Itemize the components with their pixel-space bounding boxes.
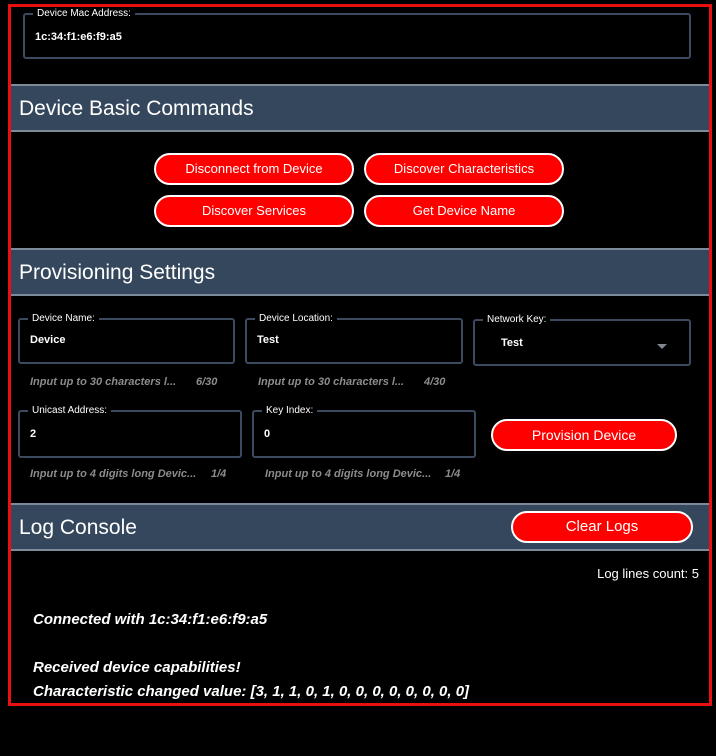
- log-line: Received device capabilities!: [33, 659, 241, 676]
- key-index-count: 1/4: [445, 468, 461, 480]
- unicast-address-field[interactable]: Unicast Address: 2: [18, 405, 242, 458]
- log-line: Characteristic changed value: [3, 1, 1, …: [33, 683, 470, 700]
- device-name-count: 6/30: [196, 376, 218, 388]
- unicast-address-value: 2: [30, 428, 37, 440]
- device-location-label: Device Location:: [255, 313, 337, 325]
- chevron-down-icon: [657, 344, 667, 349]
- device-mac-address-label: Device Mac Address:: [33, 8, 135, 20]
- unicast-address-count: 1/4: [211, 468, 227, 480]
- key-index-field[interactable]: Key Index: 0: [252, 405, 476, 458]
- basic-commands-title: Device Basic Commands: [19, 97, 254, 120]
- get-device-name-button[interactable]: Get Device Name: [364, 195, 564, 227]
- network-key-value: Test: [501, 337, 523, 349]
- device-location-field[interactable]: Device Location: Test: [245, 313, 463, 364]
- discover-services-button[interactable]: Discover Services: [154, 195, 354, 227]
- network-key-select[interactable]: Network Key: Test: [473, 314, 691, 366]
- log-console-title: Log Console: [19, 516, 137, 539]
- network-key-label: Network Key:: [483, 314, 551, 326]
- device-mac-address-field[interactable]: Device Mac Address: 1c:34:f1:e6:f9:a5: [23, 8, 691, 59]
- provision-device-button[interactable]: Provision Device: [491, 419, 677, 451]
- device-mac-address-value: 1c:34:f1:e6:f9:a5: [35, 31, 122, 43]
- app-frame: Device Mac Address: 1c:34:f1:e6:f9:a5 De…: [8, 4, 712, 706]
- key-index-value: 0: [264, 428, 271, 440]
- key-index-label: Key Index:: [262, 405, 318, 417]
- disconnect-button[interactable]: Disconnect from Device: [154, 153, 354, 185]
- device-name-value: Device: [30, 334, 66, 346]
- provisioning-header: Provisioning Settings: [11, 248, 709, 296]
- unicast-address-label: Unicast Address:: [28, 405, 112, 417]
- provisioning-title: Provisioning Settings: [19, 261, 216, 284]
- log-line: Connected with 1c:34:f1:e6:f9:a5: [33, 611, 268, 628]
- basic-commands-header: Device Basic Commands: [11, 84, 709, 132]
- device-name-helper: Input up to 30 characters l...: [30, 376, 177, 388]
- clear-logs-button[interactable]: Clear Logs: [511, 511, 693, 543]
- discover-characteristics-button[interactable]: Discover Characteristics: [364, 153, 564, 185]
- device-name-field[interactable]: Device Name: Device: [18, 313, 235, 364]
- key-index-helper: Input up to 4 digits long Devic...: [265, 468, 432, 480]
- device-location-helper: Input up to 30 characters l...: [258, 376, 405, 388]
- device-name-label: Device Name:: [28, 313, 99, 325]
- device-location-value: Test: [257, 334, 279, 346]
- unicast-address-helper: Input up to 4 digits long Devic...: [30, 468, 197, 480]
- log-lines-count: Log lines count: 5: [597, 566, 699, 581]
- device-location-count: 4/30: [424, 376, 446, 388]
